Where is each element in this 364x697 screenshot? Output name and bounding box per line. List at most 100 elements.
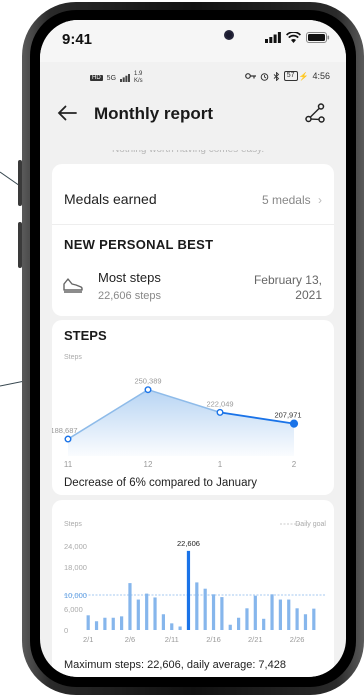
ios-clock: 9:41 (62, 31, 93, 48)
bar (145, 593, 149, 630)
x-tick-label: 2/6 (125, 635, 135, 644)
bar (195, 582, 199, 630)
bar (86, 615, 90, 630)
alarm-icon (260, 72, 269, 81)
bar (120, 616, 124, 630)
network-speed: 1.9 K/s (134, 71, 143, 84)
android-battery: 57 ⚡ (283, 71, 309, 81)
bar (128, 583, 132, 630)
bar (170, 623, 174, 630)
daily-steps-card: Steps Daily goal 0 6,000 10,000 18,000 24,000 2… (52, 500, 334, 677)
line-point (216, 408, 224, 416)
bar (178, 626, 182, 630)
back-arrow-icon[interactable] (56, 102, 78, 124)
bar (287, 599, 291, 630)
wifi-icon (286, 32, 301, 43)
battery-icon (306, 32, 330, 43)
data-label: 222,049 (206, 399, 233, 408)
y-tick-label: 18,000 (64, 563, 87, 572)
bar-data-label: 22,606 (177, 539, 200, 548)
chevron-right-icon: › (318, 193, 322, 207)
motivational-text: Nothing worth having comes easy. (112, 144, 265, 155)
y-tick-label: 24,000 (64, 542, 87, 551)
share-icon[interactable] (304, 102, 326, 124)
side-button (18, 222, 22, 268)
phone-mockup: 9:41 HD 5G 1.9 K/s 57 ⚡ 4:56 Monthly rep… (0, 0, 364, 697)
x-tick-label: 2/1 (83, 635, 93, 644)
personal-best-steps: 22,606 steps (98, 290, 161, 302)
android-status-right: 57 ⚡ 4:56 (244, 71, 330, 81)
bluetooth-icon (273, 71, 279, 81)
comparison-text: Decrease of 6% compared to January (64, 477, 258, 489)
x-tick-label: 11 (64, 460, 73, 469)
data-label: 207,971 (274, 411, 301, 420)
data-label: 250,389 (134, 377, 161, 386)
bar (186, 550, 191, 630)
bar (262, 618, 266, 630)
bar (211, 594, 216, 630)
bar (303, 614, 308, 630)
personal-best-section: NEW PERSONAL BEST Most steps 22,606 step… (52, 224, 334, 316)
bar (253, 595, 257, 630)
x-tick-label: 2/26 (290, 635, 305, 644)
bar-axis-label: Steps (64, 521, 82, 528)
ios-status-icons (265, 32, 330, 43)
page-title: Monthly report (94, 104, 213, 123)
monthly-steps-line-chart: 188,687 11 250,389 12 222,049 1 207,971 2 (52, 377, 302, 469)
bar (312, 608, 316, 630)
medals-label: Medals earned (64, 191, 157, 207)
steps-axis-label: Steps (64, 354, 82, 361)
charging-icon: ⚡ (298, 71, 309, 81)
bar (278, 599, 282, 630)
cellular-signal-icon (265, 32, 281, 43)
bar (245, 608, 249, 630)
y-tick-label: 10,000 (64, 591, 87, 600)
android-status-bar: HD 5G 1.9 K/s 57 ⚡ 4:56 (40, 66, 346, 88)
x-tick-label: 1 (218, 460, 223, 469)
line-point (64, 435, 72, 443)
bar (228, 624, 232, 630)
bar (161, 614, 165, 630)
x-tick-label: 2/11 (165, 635, 179, 644)
x-tick-label: 2 (292, 460, 297, 469)
line-point (289, 419, 299, 428)
personal-best-date: February 13, 2021 (253, 273, 322, 302)
camera-icon (224, 30, 234, 40)
personal-best-name: Most steps (98, 270, 161, 285)
network-type: 5G (106, 74, 117, 82)
data-label: 188,687 (52, 426, 78, 435)
bar (270, 594, 274, 630)
hd-badge: HD (90, 75, 103, 81)
android-status-left: HD 5G 1.9 K/s (90, 71, 143, 85)
daily-summary-text: Maximum steps: 22,606, daily average: 7,… (64, 659, 286, 671)
app-header: Monthly report (40, 90, 346, 138)
side-button (18, 160, 22, 206)
android-signal-icon (120, 74, 131, 82)
personal-best-heading: NEW PERSONAL BEST (64, 237, 214, 252)
shoe-icon (63, 278, 83, 293)
medals-value: 5 medals › (261, 193, 322, 207)
line-point (144, 386, 152, 394)
medals-earned-row[interactable]: Medals earned 5 medals › (52, 164, 334, 224)
bar (237, 617, 241, 630)
y-tick-label: 0 (64, 626, 68, 635)
key-icon (244, 73, 256, 79)
bar (203, 588, 207, 630)
bar (103, 617, 107, 630)
android-clock: 4:56 (312, 71, 330, 81)
bar (220, 597, 224, 630)
bar (295, 608, 299, 630)
bar (136, 599, 140, 630)
monthly-steps-card: STEPS Steps 188,687 11 250,389 12 222,049 1 20… (52, 320, 334, 495)
steps-heading: STEPS (64, 328, 107, 343)
goal-legend-label: Daily goal (295, 521, 326, 528)
app-screen: 9:41 HD 5G 1.9 K/s 57 ⚡ 4:56 Monthly rep… (40, 20, 346, 677)
ios-status-bar: 9:41 (40, 20, 346, 62)
bar (111, 617, 115, 630)
bar (94, 621, 99, 630)
bar (153, 597, 157, 630)
x-tick-label: 12 (144, 460, 153, 469)
daily-steps-bar-chart: Steps Daily goal 0 6,000 10,000 18,000 24,000 2… (64, 521, 326, 644)
y-tick-label: 6,000 (64, 605, 83, 614)
x-tick-label: 2/21 (248, 635, 263, 644)
